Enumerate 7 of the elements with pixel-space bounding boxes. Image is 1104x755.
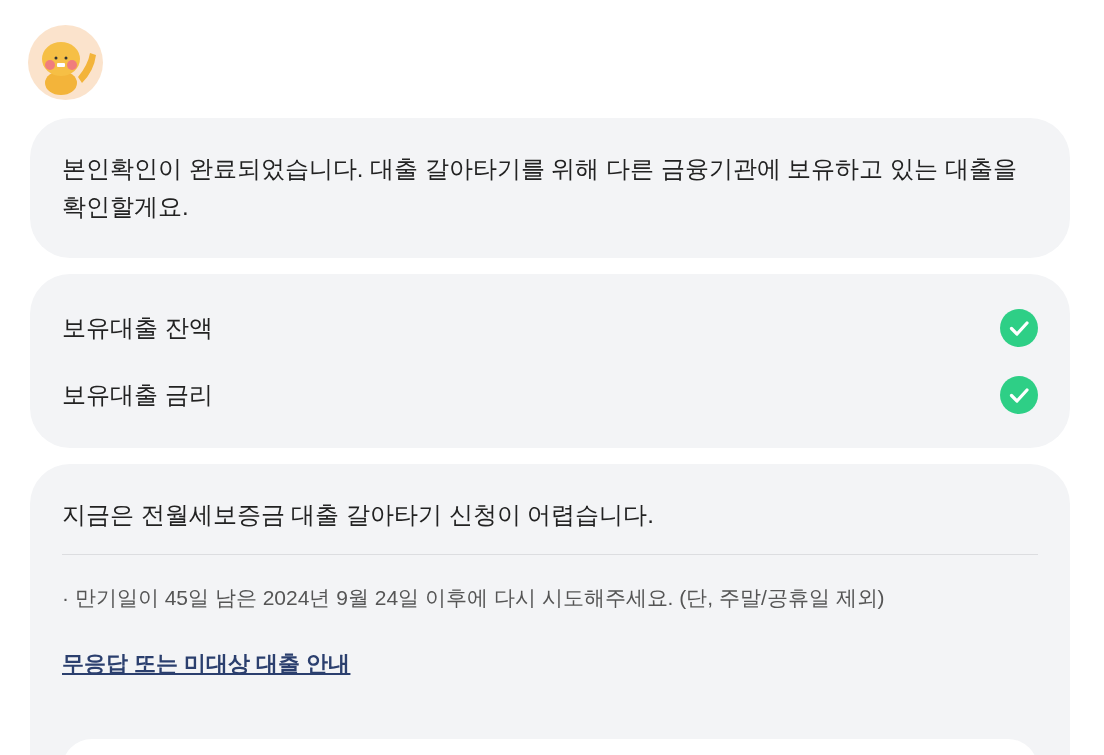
checklist-label: 보유대출 금리 bbox=[62, 379, 213, 410]
message-text: 본인확인이 완료되었습니다. 대출 갈아타기를 위해 다른 금융기관에 보유하고 있는 대출을 확인할게요. bbox=[62, 154, 1018, 222]
checklist-label: 보유대출 잔액 bbox=[62, 312, 213, 343]
notice-title: 지금은 전월세보증금 대출 갈아타기 신청이 어렵습니다. bbox=[62, 496, 1038, 555]
character-avatar-icon bbox=[28, 25, 103, 100]
notice-detail: · 만기일이 45일 남은 2024년 9월 24일 이후에 다시 시도해주세요. (단, 주말/공휴일 제외) bbox=[62, 585, 886, 611]
guide-link[interactable]: 무응답 또는 미대상 대출 안내 bbox=[62, 649, 351, 679]
